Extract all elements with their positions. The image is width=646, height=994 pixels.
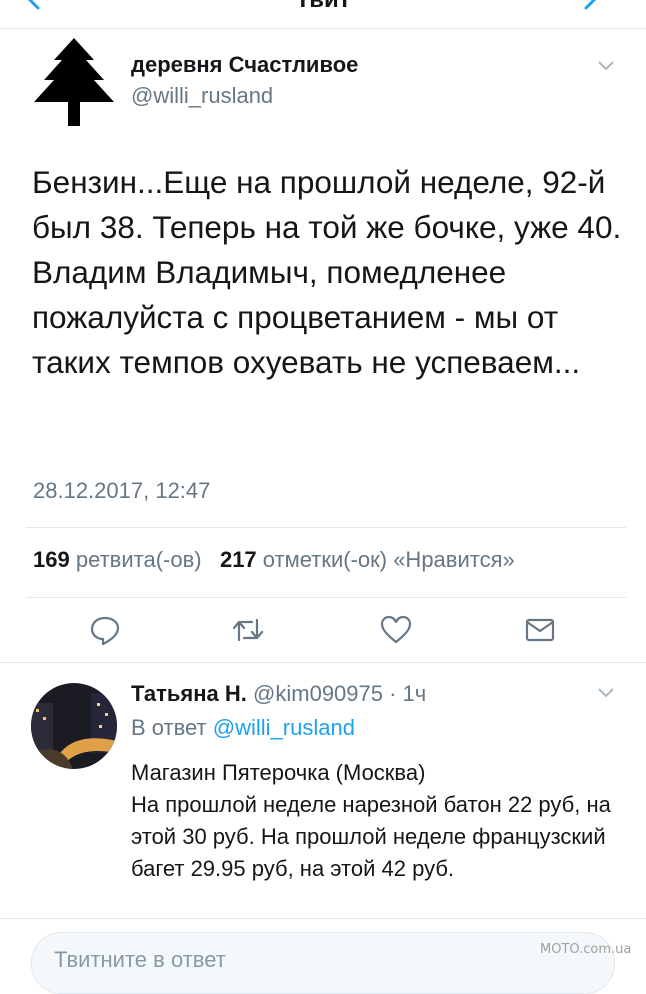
reply-header: Татьяна Н. @kim090975 · 1ч [131, 681, 426, 707]
tweet-author-name[interactable]: деревня Счастливое [131, 52, 358, 78]
tweet-timestamp: 28.12.2017, 12:47 [33, 478, 211, 503]
in-reply-handle-link[interactable]: @willi_rusland [213, 715, 355, 740]
tweet-author-handle[interactable]: @willi_rusland [131, 83, 273, 109]
divider [0, 918, 646, 919]
watermark: MOTO.com.ua [540, 942, 632, 957]
divider [0, 662, 646, 663]
reply-text: Магазин Пятерочка (Москва) На прошлой не… [131, 757, 631, 885]
retweets-label[interactable]: ретвита(-ов) [76, 547, 202, 572]
reply-meta[interactable]: @kim090975 · 1ч [253, 681, 426, 706]
page-title: Твит [0, 0, 646, 14]
chevron-down-icon[interactable] [597, 687, 615, 699]
in-reply-prefix: В ответ [131, 715, 207, 740]
retweets-count[interactable]: 169 [33, 547, 70, 572]
divider [26, 527, 626, 528]
tweet-text: Бензин...Еще на прошлой неделе, 92-й был… [32, 164, 622, 380]
heart-icon[interactable] [380, 614, 412, 646]
fir-tree-icon[interactable] [34, 38, 114, 126]
chevron-right-icon[interactable] [578, 0, 602, 10]
share-icon[interactable] [524, 614, 556, 646]
reply-text-body: Магазин Пятерочка (Москва) На прошлой не… [131, 760, 611, 881]
top-navigation-bar: Твит [0, 0, 646, 29]
reply-author-name[interactable]: Татьяна Н. [131, 681, 247, 706]
retweet-icon[interactable] [232, 614, 264, 646]
likes-count[interactable]: 217 [220, 547, 257, 572]
reply-icon[interactable] [89, 614, 121, 646]
composer-placeholder: Твитните в ответ [54, 947, 226, 972]
divider [26, 597, 626, 598]
avatar[interactable] [31, 683, 117, 769]
likes-label[interactable]: отметки(-ок) «Нравится» [263, 547, 515, 572]
tweet-stats: 169 ретвита(-ов) 217 отметки(-ок) «Нрави… [33, 547, 515, 573]
reply-composer-input[interactable]: Твитните в ответ [31, 932, 615, 994]
in-reply-to: В ответ @willi_rusland [131, 715, 355, 741]
chevron-down-icon[interactable] [597, 60, 615, 72]
